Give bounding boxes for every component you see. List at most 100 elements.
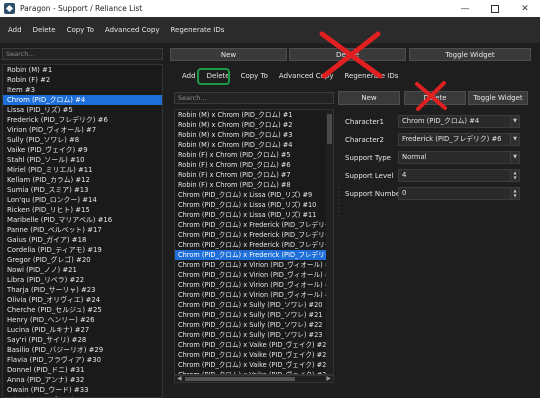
support-list-item[interactable]: Chrom (PID_クロム) x Vaike (PID_ヴェイク) #24 <box>175 340 333 350</box>
chevron-down-icon[interactable]: ▼ <box>510 116 519 127</box>
support-list-item[interactable]: Robin (M) x Chrom (PID_クロム) #2 <box>175 120 333 130</box>
chevron-down-icon[interactable]: ▼ <box>510 152 519 163</box>
menu-advanced-copy[interactable]: Advanced Copy <box>105 26 160 34</box>
character-list-item[interactable]: Lon'qu (PID_ロンクー) #14 <box>3 195 162 205</box>
character-list-item[interactable]: Cordelia (PID_ティアモ) #19 <box>3 245 162 255</box>
character-list-item[interactable]: Donnel (PID_ドニ) #31 <box>3 365 162 375</box>
character-search-input[interactable]: Search... <box>2 48 163 60</box>
support-list-item[interactable]: Robin (F) x Chrom (PID_クロム) #8 <box>175 180 333 190</box>
support-list-item[interactable]: Chrom (PID_クロム) x Sully (PID_ソワレ) #21 <box>175 310 333 320</box>
character-list-item[interactable]: Basilio (PID_バジーリオ) #29 <box>3 345 162 355</box>
support-menu-add[interactable]: Add <box>182 72 196 80</box>
character-list-item[interactable]: Chrom (PID_クロム) #4 <box>3 95 162 105</box>
character-list-item[interactable]: Libra (PID_リベラ) #22 <box>3 275 162 285</box>
character-list-item[interactable]: Gregor (PID_グレゴ) #20 <box>3 255 162 265</box>
character-list-item[interactable]: Robin (M) #1 <box>3 65 162 75</box>
support-list-horizontal-scrollbar[interactable]: ◀ ▶ <box>174 375 334 383</box>
spin-down-icon[interactable]: ▼ <box>511 193 519 198</box>
scroll-right-icon[interactable]: ▶ <box>326 376 331 382</box>
support-level-spinbox[interactable]: 4 ▲ ▼ <box>398 169 520 182</box>
menu-delete[interactable]: Delete <box>33 26 56 34</box>
spin-down-icon[interactable]: ▼ <box>511 175 519 180</box>
support-type-select[interactable]: Normal ▼ <box>398 151 520 164</box>
character-list-item[interactable]: Henry (PID_ヘンリー) #26 <box>3 315 162 325</box>
support-list[interactable]: Robin (M) x Chrom (PID_クロム) #1 Robin (M) … <box>174 109 334 375</box>
support-list-item[interactable]: Robin (M) x Chrom (PID_クロム) #3 <box>175 130 333 140</box>
minimize-button[interactable]: — <box>450 0 480 17</box>
support-list-vertical-scrollbar[interactable] <box>326 110 333 374</box>
character-list-item[interactable]: Virion (PID_ヴィオール) #7 <box>3 125 162 135</box>
character-list-item[interactable]: Panne (PID_ベルベット) #17 <box>3 225 162 235</box>
scrollbar-thumb[interactable] <box>327 114 332 144</box>
support-list-item[interactable]: Chrom (PID_クロム) x Sully (PID_ソワレ) #20 <box>175 300 333 310</box>
character-list-item[interactable]: Lissa (PID_リズ) #5 <box>3 105 162 115</box>
support-list-item[interactable]: Robin (F) x Chrom (PID_クロム) #6 <box>175 160 333 170</box>
character-list-item[interactable]: Robin (F) #2 <box>3 75 162 85</box>
support-list-item[interactable]: Robin (M) x Chrom (PID_クロム) #4 <box>175 140 333 150</box>
horizontal-scrollbar-thumb[interactable] <box>185 377 295 381</box>
support-list-item[interactable]: Chrom (PID_クロム) x Sully (PID_ソワレ) #23 <box>175 330 333 340</box>
character-list-item[interactable]: Lucina (PID_ルキナ) #27 <box>3 325 162 335</box>
character-list-item[interactable]: Say'ri (PID_サイリ) #28 <box>3 335 162 345</box>
menu-copy-to[interactable]: Copy To <box>67 26 94 34</box>
character-list-item[interactable]: Item #3 <box>3 85 162 95</box>
support-number-stepper[interactable]: ▲ ▼ <box>510 188 519 199</box>
support-number-spinbox[interactable]: 0 ▲ ▼ <box>398 187 520 200</box>
support-list-item[interactable]: Chrom (PID_クロム) x Vaike (PID_ヴェイク) #25 <box>175 350 333 360</box>
character-list-item[interactable]: Flavia (PID_フラヴィア) #30 <box>3 355 162 365</box>
support-menu-copy-to[interactable]: Copy To <box>241 72 268 80</box>
support-list-item[interactable]: Chrom (PID_クロム) x Frederick (PID_フレデリク) <box>175 220 333 230</box>
maximize-button[interactable] <box>480 0 510 17</box>
support-list-item[interactable]: Chrom (PID_クロム) x Frederick (PID_フレデリク) <box>175 250 333 260</box>
character-list[interactable]: Robin (M) #1 Robin (F) #2 Item #3 Chrom (PI… <box>2 64 163 398</box>
character-list-item[interactable]: Vaike (PID_ヴェイク) #9 <box>3 145 162 155</box>
character1-select[interactable]: Chrom (PID_クロム) #4 ▼ <box>398 115 520 128</box>
character-panel: Search... Robin (M) #1 Robin (F) #2 Item #… <box>0 43 167 398</box>
support-list-item[interactable]: Chrom (PID_クロム) x Virion (PID_ヴィオール) #1 <box>175 270 333 280</box>
support-level-stepper[interactable]: ▲ ▼ <box>510 170 519 181</box>
new-button[interactable]: New <box>170 48 287 61</box>
character-list-item[interactable]: Ricken (PID_リヒト) #15 <box>3 205 162 215</box>
character-list-item[interactable]: Maribelle (PID_マリアベル) #16 <box>3 215 162 225</box>
support-new-button[interactable]: New <box>338 91 400 105</box>
support-list-item[interactable]: Chrom (PID_クロム) x Frederick (PID_フレデリク) <box>175 230 333 240</box>
menu-add[interactable]: Add <box>8 26 22 34</box>
toggle-widget-button[interactable]: Toggle Widget <box>409 48 531 61</box>
character-list-item[interactable]: Stahl (PID_ソール) #10 <box>3 155 162 165</box>
scroll-left-icon[interactable]: ◀ <box>177 376 182 382</box>
character-list-item[interactable]: Miriel (PID_ミリエル) #11 <box>3 165 162 175</box>
character2-select[interactable]: Frederick (PID_フレデリク) #6 ▼ <box>398 133 520 146</box>
support-list-item[interactable]: Chrom (PID_クロム) x Lissa (PID_リズ) #9 <box>175 190 333 200</box>
support-list-item[interactable]: Robin (M) x Chrom (PID_クロム) #1 <box>175 110 333 120</box>
support-search-input[interactable]: Search... <box>174 92 334 104</box>
character-list-item[interactable]: Owain (PID_ウード) #33 <box>3 385 162 395</box>
close-button[interactable]: ✕ <box>510 0 540 17</box>
support-list-item[interactable]: Chrom (PID_クロム) x Virion (PID_ヴィオール) #1 <box>175 290 333 300</box>
support-list-item[interactable]: Chrom (PID_クロム) x Virion (PID_ヴィオール) #1 <box>175 280 333 290</box>
highlight-box-annotation <box>197 68 230 85</box>
menu-regenerate-ids[interactable]: Regenerate IDs <box>170 26 224 34</box>
support-level-value: 4 <box>402 171 407 179</box>
support-list-item[interactable]: Robin (F) x Chrom (PID_クロム) #7 <box>175 170 333 180</box>
support-list-item[interactable]: Chrom (PID_クロム) x Vaike (PID_ヴェイク) #26 <box>175 360 333 370</box>
support-list-item[interactable]: Chrom (PID_クロム) x Lissa (PID_リズ) #10 <box>175 200 333 210</box>
support-list-item[interactable]: Chrom (PID_クロム) x Lissa (PID_リズ) #11 <box>175 210 333 220</box>
support-list-item[interactable]: Robin (F) x Chrom (PID_クロム) #5 <box>175 150 333 160</box>
support-list-item[interactable]: Chrom (PID_クロム) x Sully (PID_ソワレ) #22 <box>175 320 333 330</box>
support-list-item[interactable]: Chrom (PID_クロム) x Frederick (PID_フレデリク) <box>175 240 333 250</box>
character-list-item[interactable]: Olivia (PID_オリヴィエ) #24 <box>3 295 162 305</box>
support-toggle-widget-button[interactable]: Toggle Widget <box>468 91 528 105</box>
character-list-item[interactable]: Sumia (PID_スミア) #13 <box>3 185 162 195</box>
character-list-item[interactable]: Cherche (PID_セルジュ) #25 <box>3 305 162 315</box>
character-list-item[interactable]: Anna (PID_アンナ) #32 <box>3 375 162 385</box>
character-list-item[interactable]: Gaius (PID_ガイア) #18 <box>3 235 162 245</box>
splitter-handle[interactable]: · · · · · · · · <box>338 186 340 227</box>
character-list-item[interactable]: Nowi (PID_ノノ) #21 <box>3 265 162 275</box>
support-list-item[interactable]: Chrom (PID_クロム) x Virion (PID_ヴィオール) #1 <box>175 260 333 270</box>
character-list-item[interactable]: Kellam (PID_カラム) #12 <box>3 175 162 185</box>
chevron-down-icon[interactable]: ▼ <box>510 134 519 145</box>
character-list-item[interactable]: Tharja (PID_サーリャ) #23 <box>3 285 162 295</box>
character-list-item[interactable]: Sully (PID_ソワレ) #8 <box>3 135 162 145</box>
character-list-item[interactable]: Frederick (PID_フレデリク) #6 <box>3 115 162 125</box>
window-title: Paragon - Support / Reliance List <box>20 4 143 13</box>
